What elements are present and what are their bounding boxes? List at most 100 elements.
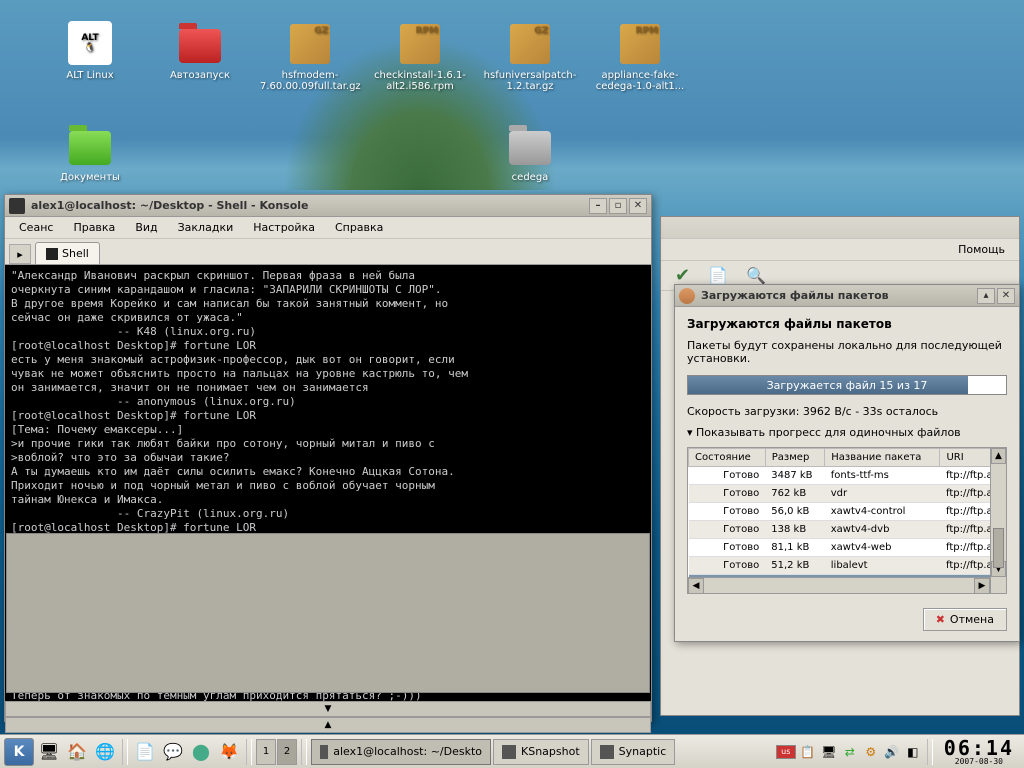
tray-display-icon[interactable]: 🖥 <box>820 743 838 761</box>
tray-network-icon[interactable]: ⇄ <box>841 743 859 761</box>
desktop-icon[interactable]: cedega <box>480 120 580 183</box>
clock[interactable]: 06:14 2007-08-30 <box>938 738 1020 766</box>
package-table-wrap: СостояниеРазмерНазвание пакетаURI Готово… <box>687 447 1007 594</box>
desktop-icon[interactable]: GZhsfmodem-7.60.00.09full.tar.gz <box>260 18 360 92</box>
desktop-icon[interactable]: Документы <box>40 120 140 183</box>
firefox-icon[interactable]: 🦊 <box>216 739 242 765</box>
scroll-down-button[interactable]: ▼ <box>5 701 651 717</box>
package-table: СостояниеРазмерНазвание пакетаURI Готово… <box>688 448 1006 593</box>
show-desktop-icon[interactable]: 🖥 <box>36 739 62 765</box>
window-title: Загружаются файлы пакетов <box>701 289 889 302</box>
toolbar-icon[interactable]: 📄 <box>708 266 728 285</box>
scrollbar[interactable]: ▲ ▼ <box>5 717 651 733</box>
task-label: KSnapshot <box>521 745 580 758</box>
titlebar[interactable]: alex1@localhost: ~/Desktop - Shell - Kon… <box>5 195 651 217</box>
pager: 1 2 <box>256 739 297 765</box>
clock-time: 06:14 <box>944 738 1014 758</box>
task-button[interactable]: KSnapshot <box>493 739 589 765</box>
tray-klipper-icon[interactable]: 📋 <box>799 743 817 761</box>
desktop-2[interactable]: 2 <box>277 739 297 765</box>
menu-item[interactable]: Закладки <box>170 219 242 236</box>
column-header[interactable]: Название пакета <box>825 449 940 467</box>
scroll-left-button[interactable]: ◀ <box>688 578 704 594</box>
table-row[interactable]: Готово138 kBxawtv4-dvbftp://ftp.a <box>689 521 1006 539</box>
table-row[interactable]: Готово81,1 kBxawtv4-webftp://ftp.a <box>689 539 1006 557</box>
icon-label: hsfuniversalpatch-1.2.tar.gz <box>480 70 580 92</box>
desktop-icon[interactable]: RPMappliance-fake-cedega-1.0-alt1... <box>590 18 690 92</box>
home-icon[interactable]: 🏠 <box>64 739 90 765</box>
task-icon <box>600 745 614 759</box>
maximize-button[interactable]: ▫ <box>609 198 627 214</box>
scroll-thumb[interactable] <box>993 528 1004 568</box>
progress-bar: Загружается файл 15 из 17 <box>687 375 1007 395</box>
desktop-icon[interactable]: RPMcheckinstall-1.6.1-alt2.i586.rpm <box>370 18 470 92</box>
menubar: СеансПравкаВид ЗакладкиНастройкаСправка <box>5 217 651 239</box>
toolbar-icon[interactable]: ✔ <box>675 265 690 286</box>
cancel-label: Отмена <box>950 613 994 626</box>
download-dialog: Загружаются файлы пакетов ▴ ✕ Загружаютс… <box>674 284 1020 642</box>
kate-icon[interactable]: 📄 <box>132 739 158 765</box>
cancel-button[interactable]: ✖ Отмена <box>923 608 1007 631</box>
system-tray: us 📋 🖥 ⇄ ⚙ 🔊 ◧ 06:14 2007-08-30 <box>776 738 1020 766</box>
menu-item[interactable]: Справка <box>327 219 391 236</box>
new-tab-button[interactable]: ▸ <box>9 244 31 264</box>
icon-label: appliance-fake-cedega-1.0-alt1... <box>590 70 690 92</box>
table-row[interactable]: Готово3487 kBfonts-ttf-msftp://ftp.a <box>689 467 1006 485</box>
close-button[interactable]: ✕ <box>629 198 647 214</box>
column-header[interactable]: Размер <box>765 449 825 467</box>
scroll-up-button[interactable]: ▲ <box>991 448 1006 464</box>
task-icon <box>502 745 516 759</box>
scroll-up-button[interactable]: ▲ <box>5 717 651 733</box>
icon-label: checkinstall-1.6.1-alt2.i586.rpm <box>370 70 470 92</box>
close-button[interactable]: ✕ <box>997 288 1015 304</box>
tray-misc-icon[interactable]: ◧ <box>904 743 922 761</box>
desktop-1[interactable]: 1 <box>256 739 276 765</box>
table-row[interactable]: Готово762 kBvdrftp://ftp.a <box>689 485 1006 503</box>
speed-label: Скорость загрузки: 3962 B/c - 33s остало… <box>687 405 1007 418</box>
column-header[interactable]: Состояние <box>689 449 766 467</box>
task-button[interactable]: alex1@localhost: ~/Deskto <box>311 739 491 765</box>
task-button[interactable]: Synaptic <box>591 739 676 765</box>
table-row[interactable]: Готово56,0 kBxawtv4-controlftp://ftp.a <box>689 503 1006 521</box>
shade-button[interactable]: ▴ <box>977 288 995 304</box>
tray-updates-icon[interactable]: ⚙ <box>862 743 880 761</box>
terminal-icon <box>46 248 58 260</box>
toolbar-icon[interactable]: 🔍 <box>746 266 766 285</box>
desktop-icon[interactable]: GZhsfuniversalpatch-1.2.tar.gz <box>480 18 580 92</box>
k-menu-button[interactable]: K <box>4 738 34 766</box>
menu-item[interactable]: Сеанс <box>11 219 61 236</box>
tab-shell[interactable]: Shell <box>35 242 100 264</box>
dialog-subtext: Пакеты будут сохранены локально для посл… <box>687 339 1007 365</box>
icon-label: cedega <box>480 172 580 183</box>
menu-help[interactable]: Помощь <box>950 241 1013 258</box>
task-label: alex1@localhost: ~/Deskto <box>333 745 482 758</box>
disclosure-toggle[interactable]: Показывать прогресс для одиночных файлов <box>687 426 1007 439</box>
minimize-button[interactable]: – <box>589 198 607 214</box>
amarok-icon[interactable]: ⬤ <box>188 739 214 765</box>
tray-volume-icon[interactable]: 🔊 <box>883 743 901 761</box>
konsole-icon <box>9 198 25 214</box>
tab-label: Shell <box>62 247 89 260</box>
icon-label: Автозапуск <box>150 70 250 81</box>
titlebar[interactable]: Загружаются файлы пакетов ▴ ✕ <box>675 285 1019 307</box>
icon-label: hsfmodem-7.60.00.09full.tar.gz <box>260 70 360 92</box>
table-row[interactable]: Готово51,2 kBlibalevtftp://ftp.a <box>689 557 1006 575</box>
task-label: Synaptic <box>619 745 667 758</box>
scroll-thumb[interactable] <box>6 533 650 693</box>
scroll-right-button[interactable]: ▶ <box>974 578 990 594</box>
menu-item[interactable]: Вид <box>127 219 165 236</box>
icon-label: Документы <box>40 172 140 183</box>
clock-date: 2007-08-30 <box>955 758 1003 766</box>
kopete-icon[interactable]: 💬 <box>160 739 186 765</box>
desktop-icon[interactable]: ALT🐧ALT Linux <box>40 18 140 81</box>
table-scrollbar[interactable]: ▲ ▼ <box>990 448 1006 593</box>
table-hscrollbar[interactable]: ◀ ▶ <box>688 577 990 593</box>
taskbar: K 🖥 🏠 🌐 📄 💬 ⬤ 🦊 1 2 alex1@localhost: ~/D… <box>0 734 1024 768</box>
konqueror-icon[interactable]: 🌐 <box>92 739 118 765</box>
menu-item[interactable]: Настройка <box>245 219 323 236</box>
tab-bar: ▸ Shell <box>5 239 651 265</box>
menu-item[interactable]: Правка <box>65 219 123 236</box>
keyboard-layout[interactable]: us <box>776 745 796 759</box>
desktop-icon[interactable]: Автозапуск <box>150 18 250 81</box>
icon-label: ALT Linux <box>40 70 140 81</box>
